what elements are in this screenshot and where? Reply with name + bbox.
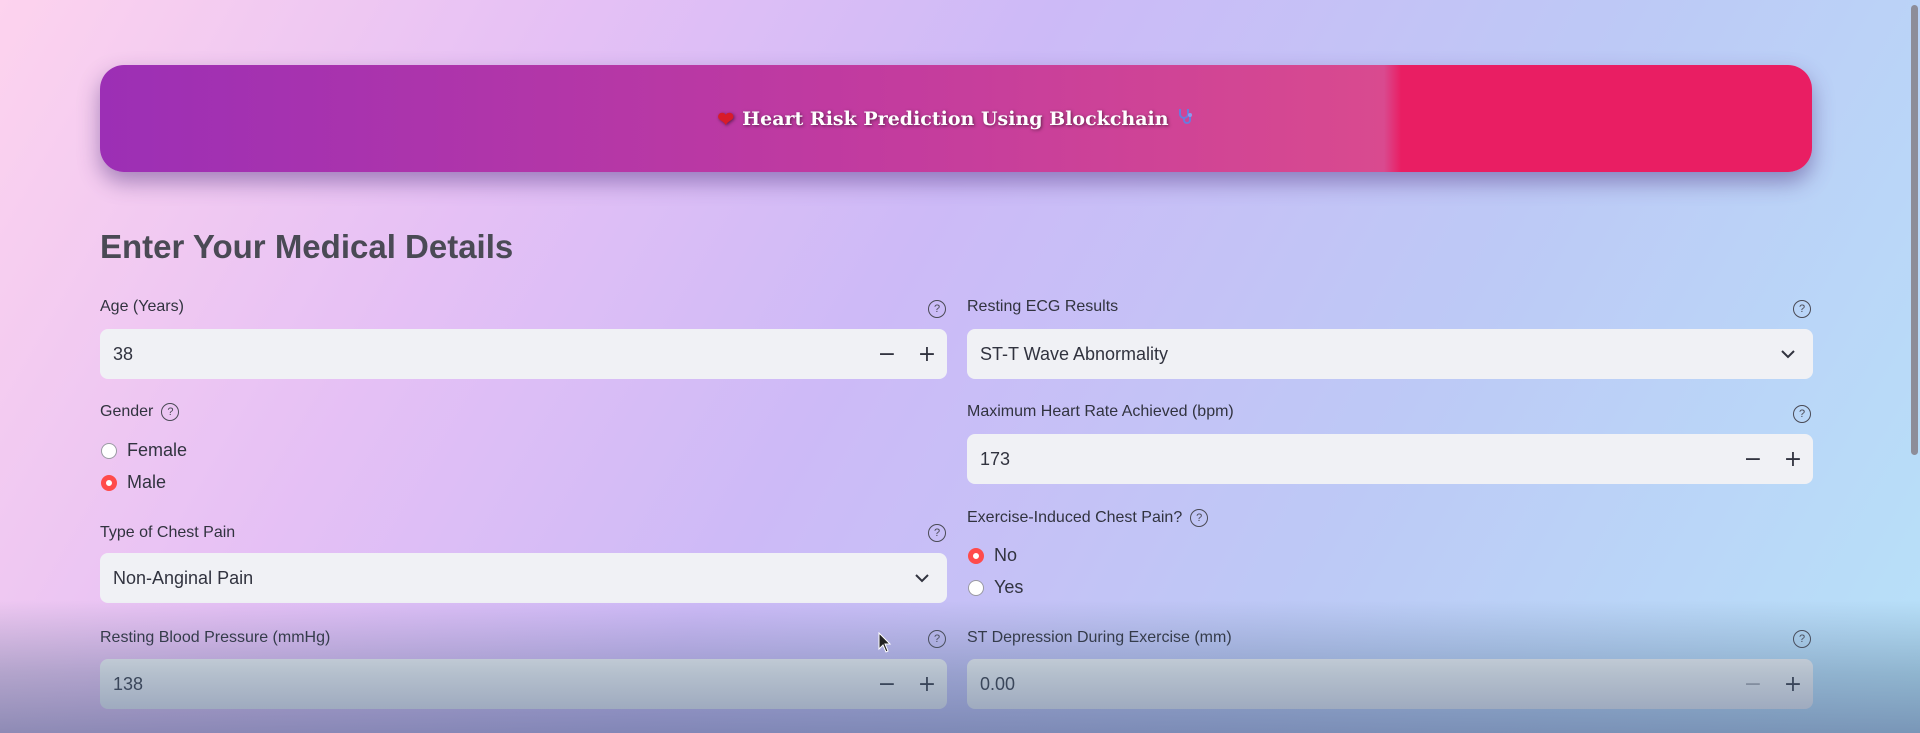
gender-label-text: Gender [100, 403, 154, 420]
resting-bp-label-text: Resting Blood Pressure (mmHg) [100, 629, 331, 646]
st-depression-help-icon[interactable]: ? [1793, 630, 1811, 648]
resting-ecg-label-text: Resting ECG Results [967, 298, 1119, 315]
exercise-pain-label: Exercise-Induced Chest Pain? ? [967, 509, 1209, 527]
section-title: Enter Your Medical Details [100, 228, 514, 265]
exercise-pain-option-no-label[interactable]: No [994, 545, 1017, 566]
max-hr-value[interactable]: 173 [967, 449, 1733, 470]
gender-label: Gender ? [100, 403, 180, 421]
chest-pain-label-text: Type of Chest Pain [100, 524, 236, 541]
chest-pain-select[interactable]: Non-Anginal Pain [100, 553, 947, 603]
max-hr-decrement-button[interactable]: − [1733, 434, 1773, 484]
max-hr-label-text: Maximum Heart Rate Achieved (bpm) [967, 403, 1234, 420]
radio-unchecked-icon[interactable] [968, 579, 984, 596]
age-help-icon[interactable]: ? [928, 300, 946, 318]
age-value[interactable]: 38 [100, 344, 867, 365]
resting-bp-decrement-button[interactable]: − [867, 659, 907, 709]
radio-checked-icon[interactable] [968, 547, 984, 564]
resting-bp-input[interactable]: 138 − + [100, 659, 947, 709]
age-label-text: Age (Years) [100, 298, 184, 315]
exercise-pain-option-yes-label[interactable]: Yes [994, 577, 1023, 598]
max-hr-increment-button[interactable]: + [1773, 434, 1813, 484]
age-decrement-button[interactable]: − [867, 329, 907, 379]
max-hr-label: Maximum Heart Rate Achieved (bpm) [967, 403, 1234, 421]
radio-checked-icon[interactable] [101, 474, 117, 491]
banner-title-row: ❤ Heart Risk Prediction Using Blockchain [717, 107, 1194, 131]
resting-bp-value[interactable]: 138 [100, 674, 867, 695]
exercise-pain-label-text: Exercise-Induced Chest Pain? [967, 509, 1183, 526]
st-depression-label: ST Depression During Exercise (mm) [967, 629, 1232, 647]
max-hr-help-icon[interactable]: ? [1793, 405, 1811, 423]
scrollbar-thumb[interactable] [1911, 5, 1918, 455]
st-depression-input[interactable]: 0.00 − + [967, 659, 1813, 709]
gender-option-female[interactable]: Female [101, 440, 187, 461]
resting-ecg-select[interactable]: ST-T Wave Abnormality [967, 329, 1813, 379]
chest-pain-label: Type of Chest Pain [100, 524, 235, 542]
resting-ecg-label: Resting ECG Results [967, 298, 1118, 316]
resting-bp-label: Resting Blood Pressure (mmHg) [100, 629, 330, 647]
mouse-cursor-icon [878, 632, 892, 653]
max-hr-input[interactable]: 173 − + [967, 434, 1813, 484]
resting-ecg-help-icon[interactable]: ? [1793, 300, 1811, 318]
st-depression-increment-button[interactable]: + [1773, 659, 1813, 709]
chest-pain-help-icon[interactable]: ? [928, 524, 946, 542]
chevron-down-icon[interactable] [897, 573, 947, 583]
resting-bp-increment-button[interactable]: + [907, 659, 947, 709]
radio-unchecked-icon[interactable] [101, 442, 117, 459]
gender-option-female-label[interactable]: Female [127, 440, 187, 461]
gender-help-icon[interactable]: ? [161, 403, 180, 421]
gender-option-male[interactable]: Male [101, 472, 166, 493]
st-depression-value[interactable]: 0.00 [967, 674, 1733, 695]
gender-option-male-label[interactable]: Male [127, 472, 166, 493]
exercise-pain-option-yes[interactable]: Yes [968, 577, 1023, 598]
chevron-down-icon[interactable] [1763, 349, 1813, 359]
banner-title: Heart Risk Prediction Using Blockchain [742, 107, 1169, 130]
heart-icon: ❤ [717, 106, 735, 131]
st-depression-label-text: ST Depression During Exercise (mm) [967, 629, 1232, 646]
stethoscope-icon [1177, 107, 1195, 130]
resting-ecg-value[interactable]: ST-T Wave Abnormality [967, 344, 1763, 365]
age-label: Age (Years) [100, 298, 184, 316]
header-banner: ❤ Heart Risk Prediction Using Blockchain [100, 65, 1812, 172]
chest-pain-value[interactable]: Non-Anginal Pain [100, 568, 897, 589]
st-depression-decrement-button[interactable]: − [1733, 659, 1773, 709]
exercise-pain-help-icon[interactable]: ? [1190, 509, 1209, 527]
exercise-pain-option-no[interactable]: No [968, 545, 1017, 566]
age-increment-button[interactable]: + [907, 329, 947, 379]
age-input[interactable]: 38 − + [100, 329, 947, 379]
resting-bp-help-icon[interactable]: ? [928, 630, 946, 648]
page-scrollbar[interactable] [1908, 0, 1920, 733]
